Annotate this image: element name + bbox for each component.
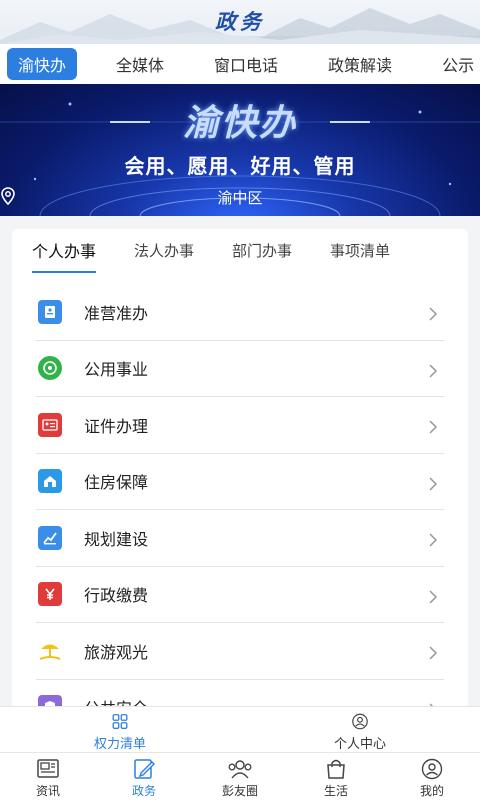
chevron-right-icon <box>429 646 438 660</box>
bag-icon <box>327 759 345 779</box>
bottom-nav: 资讯 政务 彭友圈 生活 我的 <box>0 752 480 800</box>
house-icon <box>38 469 62 494</box>
service-row-housing[interactable]: 住房保障 <box>36 454 444 510</box>
sub-tabs: 个人办事 法人办事 部门办事 事项清单 <box>12 229 468 273</box>
service-label: 旅游观光 <box>84 642 149 662</box>
service-row-id-card[interactable]: 证件办理 <box>36 397 444 454</box>
service-row-license[interactable]: 准营准办 <box>36 284 444 341</box>
subtab-department[interactable]: 部门办事 <box>232 240 292 261</box>
banner[interactable]: 渝快办 会用、愿用、好用、管用 渝中区 <box>0 84 480 216</box>
beach-icon <box>38 639 62 663</box>
banner-location: 渝中区 <box>0 187 480 208</box>
nav-label: 政务 <box>131 784 156 798</box>
page-title: 政务 <box>215 9 265 34</box>
service-row-planning[interactable]: 规划建设 <box>36 510 444 567</box>
service-label: 住房保障 <box>84 473 149 493</box>
service-label: 准营准办 <box>84 303 149 323</box>
banner-title: 渝快办 <box>182 102 297 144</box>
subtab-item-list[interactable]: 事项清单 <box>330 240 390 261</box>
service-card: 个人办事 法人办事 部门办事 事项清单 准营准办 公用事业 证件办理 住房保障 … <box>12 229 468 709</box>
service-row-utility[interactable]: 公用事业 <box>36 341 444 397</box>
planning-icon <box>38 525 62 550</box>
profile-icon <box>421 758 443 780</box>
service-label: 公用事业 <box>84 360 149 380</box>
chevron-right-icon <box>429 307 438 321</box>
app-header: 政务 <box>0 0 480 44</box>
subnav-label: 权力清单 <box>93 737 146 752</box>
location-label: 渝中区 <box>217 189 263 207</box>
grid-icon <box>112 714 128 729</box>
nav-life[interactable]: 生活 <box>288 753 384 800</box>
tab-yukuaiban[interactable]: 渝快办 <box>7 48 78 80</box>
chevron-right-icon <box>429 533 438 547</box>
service-row-tourism[interactable]: 旅游观光 <box>36 623 444 680</box>
nav-government[interactable]: 政务 <box>96 753 192 800</box>
license-icon <box>38 299 62 324</box>
subnav-personal-center[interactable]: 个人中心 <box>240 707 480 752</box>
map-pin-icon <box>1 187 15 205</box>
nav-label: 彭友圈 <box>221 784 258 798</box>
top-tabs: 渝快办 全媒体 窗口电话 政策解读 公示 <box>0 44 480 84</box>
service-list: 准营准办 公用事业 证件办理 住房保障 规划建设 行政缴费 旅游观光 公共安全 <box>36 284 444 709</box>
nav-label: 资讯 <box>35 784 60 798</box>
user-circle-icon <box>352 713 368 730</box>
chevron-right-icon <box>429 476 438 491</box>
nav-friends[interactable]: 彭友圈 <box>192 753 288 800</box>
chevron-right-icon <box>429 589 438 604</box>
nav-label: 生活 <box>323 784 348 798</box>
nav-news[interactable]: 资讯 <box>0 753 96 800</box>
chevron-right-icon <box>429 420 438 434</box>
payment-icon <box>38 582 62 607</box>
service-label: 行政缴费 <box>84 586 149 606</box>
chevron-right-icon <box>429 363 438 378</box>
tab-window-phone[interactable]: 窗口电话 <box>203 48 289 80</box>
nav-mine[interactable]: 我的 <box>384 753 480 800</box>
tab-public-notice[interactable]: 公示 <box>431 48 480 80</box>
service-label: 规划建设 <box>84 529 149 549</box>
subnav-label: 个人中心 <box>333 737 386 752</box>
friends-icon <box>228 760 252 779</box>
tab-all-media[interactable]: 全媒体 <box>105 48 175 80</box>
service-row-safety[interactable]: 公共安全 <box>36 680 444 709</box>
news-icon <box>37 759 59 778</box>
banner-slogan: 会用、愿用、好用、管用 <box>124 154 356 178</box>
service-label: 证件办理 <box>84 416 149 436</box>
nav-label: 我的 <box>419 784 444 798</box>
subnav-power-list[interactable]: 权力清单 <box>0 707 240 752</box>
tab-policy[interactable]: 政策解读 <box>317 48 403 80</box>
service-row-payment[interactable]: 行政缴费 <box>36 567 444 623</box>
edit-doc-icon <box>134 759 155 779</box>
subtab-legal-person[interactable]: 法人办事 <box>134 240 194 261</box>
id-card-icon <box>38 412 62 437</box>
subtab-personal[interactable]: 个人办事 <box>32 238 97 273</box>
section-nav: 权力清单 个人中心 <box>0 706 480 752</box>
utility-icon <box>38 356 62 381</box>
